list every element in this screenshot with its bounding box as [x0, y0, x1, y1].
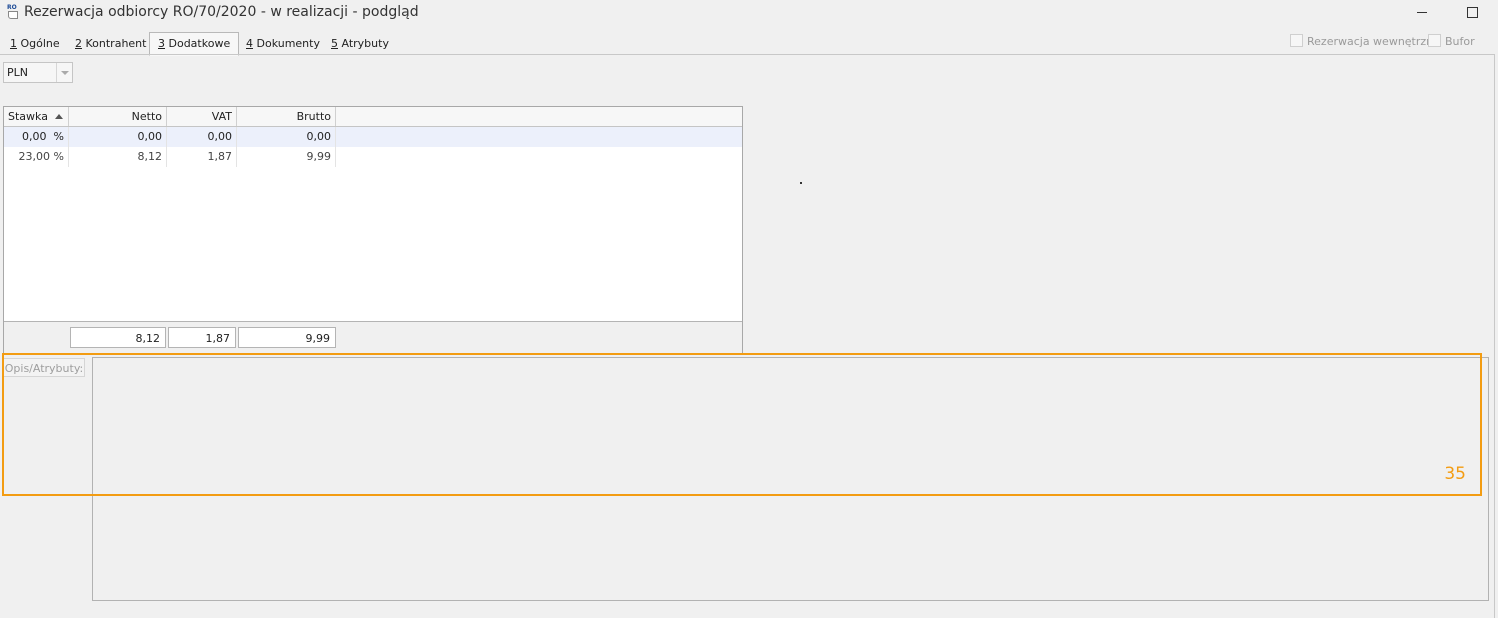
annotation-number: 35 [1444, 464, 1466, 484]
tab-panel-border [0, 54, 1494, 55]
total-vat: 1,87 [168, 327, 236, 348]
tab-ogolne[interactable]: 1 Ogólne [2, 33, 68, 54]
title-bar: RO Rezerwacja odbiorcy RO/70/2020 - w re… [0, 0, 1498, 28]
cell-brutto: 9,99 [237, 147, 336, 167]
bufor-label: Bufor [1445, 35, 1475, 48]
cell-stawka: 0,00 % [4, 127, 69, 147]
maximize-icon [1466, 7, 1478, 18]
tab-dokumenty[interactable]: 4 Dokumenty [238, 33, 328, 54]
stray-dot [800, 182, 802, 184]
column-header-netto[interactable]: Netto [69, 107, 167, 126]
minimize-icon [1417, 12, 1427, 13]
window-title: Rezerwacja odbiorcy RO/70/2020 - w reali… [24, 4, 419, 20]
cell-stawka: 23,00 % [4, 147, 69, 167]
sort-ascending-icon [55, 114, 63, 119]
column-header-stawka[interactable]: Stawka [4, 107, 69, 126]
column-header-brutto[interactable]: Brutto [237, 107, 336, 126]
currency-value: PLN [7, 66, 28, 79]
maximize-button[interactable] [1458, 3, 1486, 23]
column-header-vat[interactable]: VAT [167, 107, 237, 126]
tab-atrybuty[interactable]: 5 Atrybuty [323, 33, 397, 54]
table-header: Stawka Netto VAT Brutto [4, 107, 742, 127]
total-brutto: 9,99 [238, 327, 336, 348]
app-icon-label: RO [7, 4, 17, 11]
panel-right-border [1494, 54, 1495, 618]
app-document-icon: RO [6, 4, 19, 19]
bufor-checkbox[interactable]: Bufor [1428, 34, 1475, 48]
cell-brutto: 0,00 [237, 127, 336, 147]
cell-vat: 1,87 [167, 147, 237, 167]
table-row[interactable]: 23,00 % 8,12 1,87 9,99 [4, 147, 742, 167]
table-row[interactable]: 0,00 % 0,00 0,00 0,00 [4, 127, 742, 147]
tab-dodatkowe[interactable]: 3 Dodatkowe [149, 32, 240, 56]
vat-table: Stawka Netto VAT Brutto 0,00 % 0,00 0,00… [3, 106, 743, 353]
checkbox-icon [1290, 34, 1303, 47]
cell-vat: 0,00 [167, 127, 237, 147]
tab-kontrahent[interactable]: 2 Kontrahent [67, 33, 154, 54]
chevron-down-icon[interactable] [56, 63, 72, 82]
cell-netto: 0,00 [69, 127, 167, 147]
rezerwacja-wewnetrzna-label: Rezerwacja wewnętrzna [1307, 35, 1440, 48]
total-netto: 8,12 [70, 327, 166, 348]
checkbox-icon [1428, 34, 1441, 47]
cell-netto: 8,12 [69, 147, 167, 167]
rezerwacja-wewnetrzna-checkbox[interactable]: Rezerwacja wewnętrzna [1290, 34, 1440, 48]
table-footer: 8,12 1,87 9,99 [4, 321, 742, 353]
currency-select[interactable]: PLN [3, 62, 73, 83]
minimize-button[interactable] [1408, 3, 1436, 23]
annotation-highlight: 35 [2, 353, 1482, 496]
